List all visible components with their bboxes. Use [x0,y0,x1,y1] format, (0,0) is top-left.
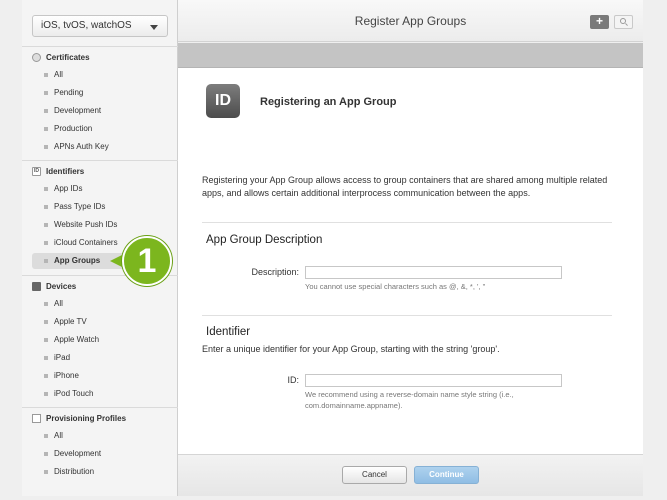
section-provisioning-profiles: Provisioning Profiles [32,414,126,423]
sidebar-divider [22,160,178,161]
id-icon: ID [32,167,41,176]
sidebar-divider [22,407,178,408]
sidebar-item-pass-type-ids[interactable]: Pass Type IDs [32,199,168,215]
sidebar-item-profiles-distribution[interactable]: Distribution [32,464,168,480]
divider [202,222,612,223]
plus-icon: + [595,14,603,28]
callout-badge: 1 [122,236,172,286]
add-button[interactable]: + [590,15,609,29]
sidebar-item-ipad[interactable]: iPad [32,350,168,366]
sidebar-item-certificates-production[interactable]: Production [32,121,168,137]
sidebar-item-apple-watch[interactable]: Apple Watch [32,332,168,348]
page-title: Register App Groups [354,14,467,28]
platform-select-value: iOS, tvOS, watchOS [41,20,132,31]
sidebar-item-apple-tv[interactable]: Apple TV [32,314,168,330]
section-identifiers-title: Identifiers [46,167,85,176]
document-icon [32,414,41,423]
id-field[interactable] [305,374,562,387]
certificate-icon [32,53,41,62]
description-label: Description: [251,267,299,277]
footer-bar: Cancel Continue [178,454,643,496]
sidebar-item-iphone[interactable]: iPhone [32,368,168,384]
device-icon [32,282,41,291]
id-label: ID: [287,375,299,385]
page-margin-bottom [22,496,643,500]
sidebar-item-devices-all[interactable]: All [32,296,168,312]
platform-select[interactable]: iOS, tvOS, watchOS [32,15,168,37]
toolbar-strip [178,43,643,68]
app-group-id-icon: ID [206,84,240,118]
page-margin-right [643,0,667,500]
sidebar-item-certificates-development[interactable]: Development [32,103,168,119]
search-icon-handle [625,23,628,26]
section-heading: Registering an App Group [260,96,397,108]
sidebar-item-certificates-all[interactable]: All [32,67,168,83]
description-hint: You cannot use special characters such a… [305,282,486,291]
section-devices-title: Devices [46,282,77,291]
section-certificates: Certificates [32,53,90,62]
section-certificates-title: Certificates [46,53,90,62]
divider [202,315,612,316]
intro-text: Registering your App Group allows access… [202,175,608,198]
chevron-down-icon [150,25,158,30]
sidebar-item-profiles-development[interactable]: Development [32,446,168,462]
identifier-section-subtitle: Enter a unique identifier for your App G… [202,344,500,354]
section-identifiers: ID Identifiers [32,167,84,176]
cancel-button[interactable]: Cancel [342,466,407,484]
section-provisioning-title: Provisioning Profiles [46,414,127,423]
search-button[interactable] [614,15,633,29]
header-bar: Register App Groups + [178,0,643,42]
id-hint: We recommend using a reverse-domain name… [305,390,514,410]
sidebar-item-app-ids[interactable]: App IDs [32,181,168,197]
description-field[interactable] [305,266,562,279]
continue-button[interactable]: Continue [414,466,479,484]
identifier-section-title: Identifier [206,326,251,338]
sidebar-item-profiles-all[interactable]: All [32,428,168,444]
description-section-title: App Group Description [206,234,323,246]
sidebar-item-apns-auth-key[interactable]: APNs Auth Key [32,139,168,155]
sidebar-divider [22,46,178,47]
sidebar-item-ipod-touch[interactable]: iPod Touch [32,386,168,402]
section-devices: Devices [32,282,76,291]
sidebar-item-website-push-ids[interactable]: Website Push IDs [32,217,168,233]
sidebar-item-certificates-pending[interactable]: Pending [32,85,168,101]
main-panel: ID Registering an App Group Registering … [178,68,643,454]
